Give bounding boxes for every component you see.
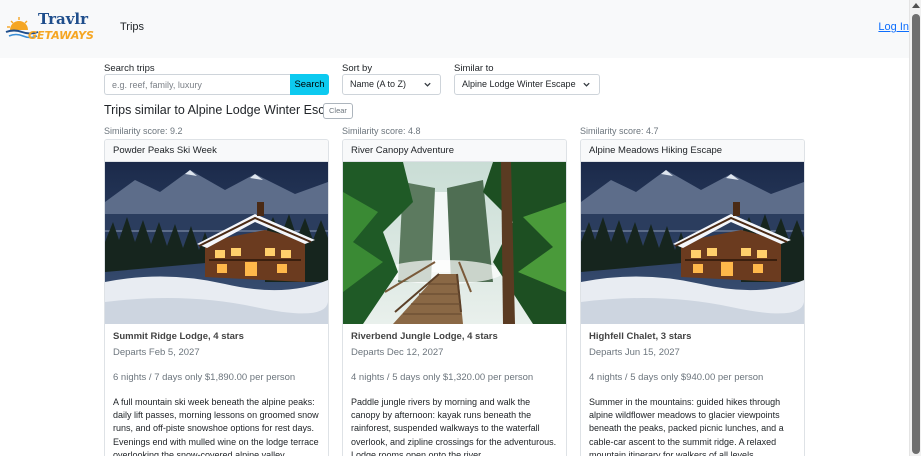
trip-description: A full mountain ski week beneath the alp… <box>113 397 319 456</box>
trip-lodge: Riverbend Jungle Lodge, 4 stars <box>351 331 498 342</box>
nav-trips-link[interactable]: Trips <box>120 21 144 33</box>
svg-text:GETAWAYS: GETAWAYS <box>28 29 94 42</box>
trip-name[interactable]: River Canopy Adventure <box>343 140 566 162</box>
trip-card[interactable]: Powder Peaks Ski Week Summit Ridge Lodge… <box>104 139 329 456</box>
trip-lodge: Highfell Chalet, 3 stars <box>589 331 692 342</box>
brand-logo[interactable]: Travlr GETAWAYS <box>4 8 104 44</box>
scroll-up-icon[interactable] <box>912 3 920 8</box>
trip-card[interactable]: River Canopy Adventure Riverbend Jungle … <box>342 139 567 456</box>
snowy-chalet-image <box>105 162 328 324</box>
chevron-down-icon <box>424 82 431 87</box>
sort-select[interactable]: Name (A to Z) <box>342 74 441 95</box>
trip-name[interactable]: Powder Peaks Ski Week <box>105 140 328 162</box>
search-label: Search trips <box>104 63 155 74</box>
trip-description: Paddle jungle rivers by morning and walk… <box>351 397 557 456</box>
similarity-score: Similarity score: 4.8 <box>342 126 421 136</box>
similar-select[interactable]: Alpine Lodge Winter Escape <box>454 74 600 95</box>
trip-name[interactable]: Alpine Meadows Hiking Escape <box>581 140 804 162</box>
search-input[interactable] <box>104 74 291 95</box>
login-link[interactable]: Log In <box>878 21 909 33</box>
similar-label: Similar to <box>454 63 494 74</box>
trip-price: 4 nights / 5 days only $940.00 per perso… <box>589 372 764 383</box>
similar-select-value: Alpine Lodge Winter Escape <box>462 79 576 89</box>
jungle-waterfall-image <box>343 162 566 324</box>
sort-label: Sort by <box>342 63 373 74</box>
page-scrollbar[interactable] <box>909 0 921 456</box>
similarity-score: Similarity score: 9.2 <box>104 126 183 136</box>
trip-departs: Departs Feb 5, 2027 <box>113 347 200 358</box>
trip-price: 6 nights / 7 days only $1,890.00 per per… <box>113 372 296 383</box>
trip-price: 4 nights / 5 days only $1,320.00 per per… <box>351 372 534 383</box>
sort-select-value: Name (A to Z) <box>350 79 407 89</box>
trip-lodge: Summit Ridge Lodge, 4 stars <box>113 331 244 342</box>
page-title: Trips similar to Alpine Lodge Winter Esc… <box>104 103 346 117</box>
trip-description: Summer in the mountains: guided hikes th… <box>589 397 784 456</box>
snowy-chalet-image <box>581 162 804 324</box>
svg-text:Travlr: Travlr <box>38 10 89 28</box>
navbar: Travlr GETAWAYS Trips Log In <box>0 0 909 58</box>
trip-card[interactable]: Alpine Meadows Hiking Escape Highfell Ch… <box>580 139 805 456</box>
trip-departs: Departs Jun 15, 2027 <box>589 347 680 358</box>
trip-departs: Departs Dec 12, 2027 <box>351 347 444 358</box>
similarity-score: Similarity score: 4.7 <box>580 126 659 136</box>
chevron-down-icon <box>583 82 590 87</box>
clear-button[interactable]: Clear <box>323 103 353 119</box>
search-button[interactable]: Search <box>290 74 329 95</box>
scrollbar-thumb[interactable] <box>912 14 920 454</box>
